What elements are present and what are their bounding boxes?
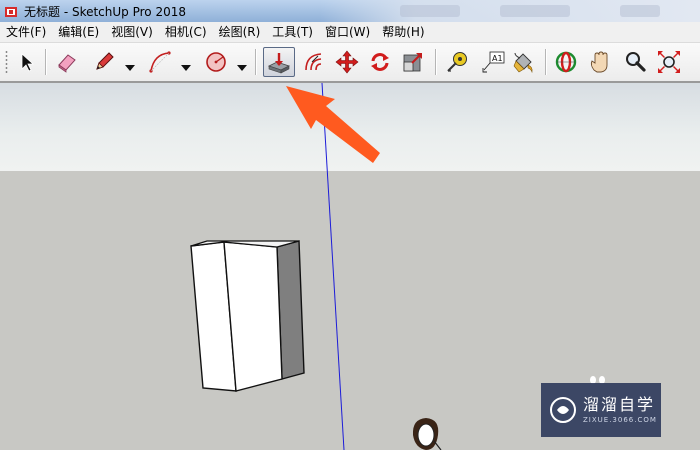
chevron-down-icon (125, 57, 135, 71)
toolbar-separator (435, 49, 436, 75)
zoom-extents-tool-button[interactable] (655, 48, 683, 76)
move-tool-button[interactable] (333, 48, 361, 76)
sketchup-logo-icon (4, 4, 18, 18)
line-tool-button[interactable] (90, 48, 118, 76)
svg-text:A1: A1 (492, 54, 503, 63)
menu-camera[interactable]: 相机(C) (159, 22, 213, 42)
rotate-tool-button[interactable] (366, 48, 394, 76)
main-toolbar: A1 (0, 43, 700, 83)
menu-help[interactable]: 帮助(H) (376, 22, 430, 42)
scale-tool-button[interactable] (399, 48, 427, 76)
toolbar-separator (545, 49, 546, 75)
arrow-cursor-icon (17, 52, 37, 72)
circle-icon (204, 50, 228, 74)
zoom-tool-button[interactable] (621, 48, 649, 76)
person-figure (412, 418, 442, 450)
cuboid-model[interactable] (190, 240, 305, 392)
pencil-icon (93, 51, 115, 73)
shapes-tool-button[interactable] (202, 48, 230, 76)
menu-tools[interactable]: 工具(T) (266, 22, 319, 42)
offset-icon (302, 50, 326, 74)
title-bar: 无标题 - SketchUp Pro 2018 (0, 0, 700, 23)
line-tool-dropdown[interactable] (124, 57, 136, 71)
text-tool-button[interactable]: A1 (479, 48, 507, 76)
toolbar-grip[interactable] (5, 50, 8, 74)
menu-window[interactable]: 窗口(W) (319, 22, 376, 42)
eraser-icon (56, 51, 78, 73)
offset-tool-button[interactable] (300, 48, 328, 76)
arc-icon (148, 50, 172, 74)
menu-draw[interactable]: 绘图(R) (213, 22, 267, 42)
menu-view[interactable]: 视图(V) (105, 22, 159, 42)
annotation-arrow (286, 86, 380, 163)
watermark-subtitle: ZIXUE.3066.COM (583, 416, 657, 424)
shapes-tool-dropdown[interactable] (236, 57, 248, 71)
chevron-down-icon (237, 57, 247, 71)
eraser-tool-button[interactable] (53, 48, 81, 76)
magnifier-icon (623, 50, 647, 74)
drawing-viewport[interactable]: 溜溜自学 ZIXUE.3066.COM (0, 83, 700, 450)
menu-bar: 文件(F) 编辑(E) 视图(V) 相机(C) 绘图(R) 工具(T) 窗口(W… (0, 22, 700, 43)
pan-tool-button[interactable] (586, 48, 614, 76)
toolbar-separator (45, 49, 46, 75)
orbit-tool-button[interactable] (552, 48, 580, 76)
arc-tool-dropdown[interactable] (180, 57, 192, 71)
watermark-title: 溜溜自学 (583, 395, 656, 414)
arc-tool-button[interactable] (146, 48, 174, 76)
rotate-icon (368, 50, 392, 74)
sketchup-window: 无标题 - SketchUp Pro 2018 文件(F) 编辑(E) 视图(V… (0, 0, 700, 450)
scale-icon (401, 50, 425, 74)
select-tool-button[interactable] (13, 48, 41, 76)
orbit-icon (554, 50, 578, 74)
menu-edit[interactable]: 编辑(E) (52, 22, 105, 42)
paint-bucket-tool-button[interactable] (510, 48, 538, 76)
paint-bucket-icon (512, 50, 536, 74)
tape-measure-icon (445, 50, 469, 74)
tape-measure-tool-button[interactable] (443, 48, 471, 76)
text-label-icon: A1 (480, 50, 506, 74)
watermark-logo-icon (549, 396, 577, 424)
window-title: 无标题 - SketchUp Pro 2018 (24, 4, 186, 19)
push-pull-tool-button[interactable] (263, 47, 295, 77)
menu-file[interactable]: 文件(F) (0, 22, 52, 42)
watermark-badge: 溜溜自学 ZIXUE.3066.COM (541, 383, 661, 437)
push-pull-icon (267, 50, 291, 74)
title-bar-controls-blurred (320, 0, 700, 22)
toolbar-separator (255, 49, 256, 75)
hand-icon (588, 50, 612, 74)
zoom-extents-icon (657, 50, 681, 74)
chevron-down-icon (181, 57, 191, 71)
move-icon (335, 50, 359, 74)
